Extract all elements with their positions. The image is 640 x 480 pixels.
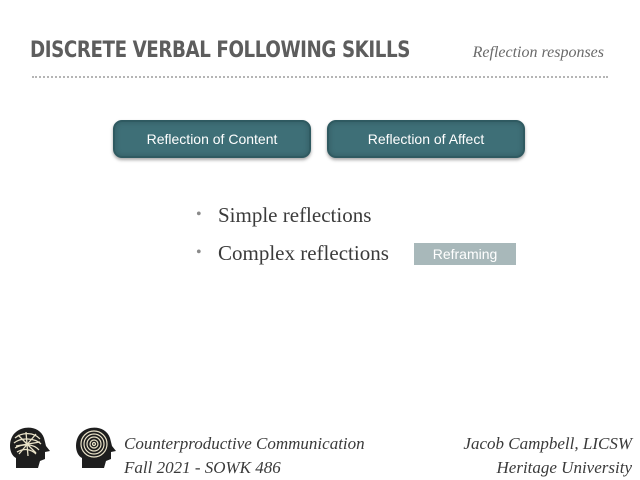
reflection-of-affect-button[interactable]: Reflection of Affect (327, 120, 525, 158)
bullet-dot-icon: • (196, 206, 202, 223)
bullet-list: • Simple reflections • Complex reflectio… (196, 200, 389, 276)
author-institution: Heritage University (496, 458, 633, 477)
reflection-of-content-button[interactable]: Reflection of Content (113, 120, 311, 158)
list-item-text: Complex reflections (218, 241, 389, 265)
author-name: Jacob Campbell, LICSW (463, 434, 632, 453)
course-title: Counterproductive Communication (124, 434, 365, 453)
bullet-dot-icon: • (196, 244, 202, 261)
course-term: Fall 2021 - SOWK 486 (124, 458, 281, 477)
spiral-head-icon (76, 427, 116, 468)
title-divider (32, 76, 608, 78)
list-item: • Complex reflections (196, 238, 389, 276)
list-item-text: Simple reflections (218, 203, 372, 227)
reframing-tag[interactable]: Reframing (414, 243, 516, 265)
slide-subtitle: Reflection responses (472, 44, 604, 61)
author-info: Jacob Campbell, LICSW Heritage Universit… (463, 432, 632, 480)
list-item: • Simple reflections (196, 200, 389, 238)
course-info: Counterproductive Communication Fall 202… (124, 432, 365, 480)
slide-title: DISCRETE VERBAL FOLLOWING SKILLS (30, 38, 410, 63)
scribbled-head-icon (10, 427, 50, 468)
